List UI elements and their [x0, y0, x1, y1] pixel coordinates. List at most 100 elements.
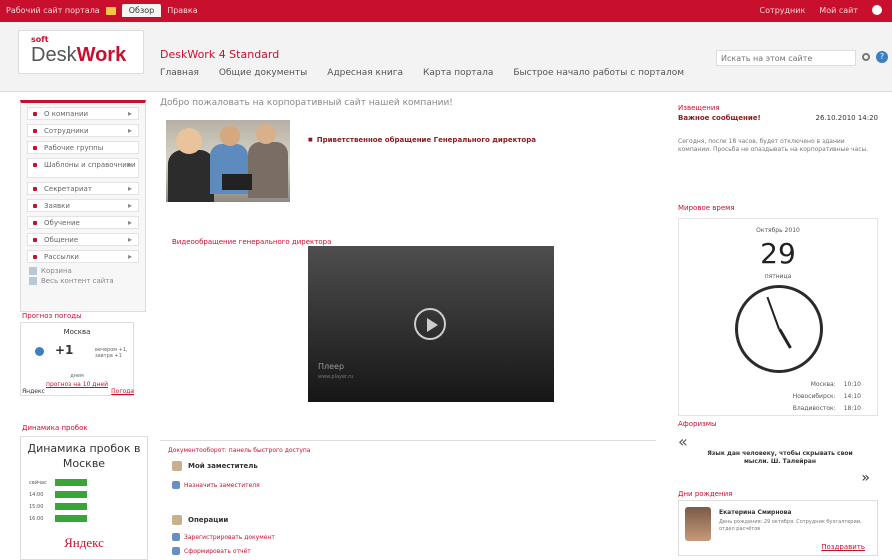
analog-clock — [735, 285, 823, 373]
user-add-icon — [172, 481, 180, 489]
sidebar-item-mailings[interactable]: Рассылки ▸ — [27, 250, 139, 263]
welcome-text: Добро пожаловать на корпоративный сайт н… — [160, 98, 453, 108]
timezone-row: Владивосток: 18:10 — [792, 405, 861, 412]
chevron-right-icon: ▸ — [127, 109, 132, 118]
trash-icon — [29, 267, 37, 275]
traffic-row: 14:00 — [29, 491, 87, 498]
document-icon — [172, 533, 180, 541]
notice-heading[interactable]: Важное сообщение! — [678, 114, 761, 122]
bullet-icon — [33, 112, 37, 116]
quote-widget: « Язык дан человеку, чтобы скрывать свои… — [678, 428, 878, 486]
weather-link[interactable]: Погода — [111, 388, 134, 395]
quote-prev-icon[interactable]: « — [678, 432, 688, 451]
play-icon[interactable] — [414, 308, 446, 340]
traffic-row: 15:00 — [29, 503, 87, 510]
nav-quick-start[interactable]: Быстрое начало работы с порталом — [513, 68, 684, 78]
notice-title: Извещения — [678, 104, 720, 112]
birthday-card: Екатерина Смирнова День рождения: 29 окт… — [678, 500, 878, 556]
hour-hand — [778, 328, 792, 349]
notice-date: 26.10.2010 14:20 — [815, 114, 878, 122]
quote-next-icon[interactable]: » — [861, 470, 870, 486]
operations-heading: Операции — [172, 515, 228, 525]
team-photo — [166, 120, 290, 202]
register-document-link[interactable]: Зарегистрировать документ — [172, 533, 275, 541]
nav-documents[interactable]: Общие документы — [219, 68, 307, 78]
nav-address-book[interactable]: Адресная книга — [327, 68, 403, 78]
assign-deputy-link[interactable]: Назначить заместителя — [172, 481, 260, 489]
top-bar-left: Рабочий сайт портала Обзор Правка — [6, 4, 198, 17]
report-icon — [172, 547, 180, 555]
sidebar-item-communication[interactable]: Общение ▸ — [27, 233, 139, 246]
nav-site-map[interactable]: Карта портала — [423, 68, 493, 78]
traffic-title: Динамика пробок в Москве — [27, 442, 141, 470]
sidebar-item-templates[interactable]: Шаблоны и справочники ▸ — [27, 158, 139, 178]
bullet-icon — [33, 221, 37, 225]
ceo-greeting-link[interactable]: Приветственное обращение Генерального ди… — [308, 136, 536, 144]
video-player[interactable]: Плеер www.player.ru — [308, 246, 554, 402]
site-link[interactable]: Рабочий сайт портала — [6, 6, 100, 15]
traffic-bar — [55, 503, 87, 510]
weather-icon — [35, 347, 44, 356]
traffic-bar — [55, 515, 87, 522]
clock-widget: Октябрь 2010 29 пятница Москва: 10:10 Нов… — [678, 218, 878, 416]
help-icon[interactable]: ? — [876, 51, 888, 63]
congratulate-link[interactable]: Поздравить — [821, 543, 865, 551]
weather-footer: Яндекс Погода — [22, 388, 134, 395]
sidebar-item-employees[interactable]: Сотрудники ▸ — [27, 124, 139, 137]
weather-city: Москва — [63, 328, 91, 336]
traffic-bar — [55, 479, 87, 486]
chevron-right-icon: ▸ — [127, 184, 132, 193]
traffic-row: сейчас — [29, 479, 87, 486]
sidebar: О компании ▸ Сотрудники ▸ Рабочие группы Ш… — [20, 100, 146, 312]
content-icon — [29, 277, 37, 285]
chevron-right-icon: ▸ — [127, 201, 132, 210]
search-icon[interactable] — [862, 53, 870, 61]
my-site-link[interactable]: Мой сайт — [819, 6, 858, 15]
timezone-row: Москва: 10:10 — [810, 381, 861, 388]
all-content-link[interactable]: Весь контент сайта — [29, 277, 137, 285]
create-report-link[interactable]: Сформировать отчёт — [172, 547, 251, 555]
clock-day: 29 — [760, 237, 796, 270]
tab-overview[interactable]: Обзор — [121, 4, 162, 17]
logo[interactable]: soft DeskWork — [18, 30, 144, 74]
chevron-right-icon: ▸ — [127, 218, 132, 227]
chevron-right-icon: ▸ — [127, 252, 132, 261]
birthday-name[interactable]: Екатерина Смирнова — [719, 509, 791, 516]
sidebar-item-about[interactable]: О компании ▸ — [27, 107, 139, 120]
app-title[interactable]: DeskWork 4 Standard — [160, 48, 279, 61]
top-nav: Главная Общие документы Адресная книга К… — [160, 68, 684, 78]
video-title: Видеообращение генерального директора — [172, 238, 332, 246]
top-bar: Рабочий сайт портала Обзор Правка Сотруд… — [0, 0, 892, 22]
nav-home[interactable]: Главная — [160, 68, 199, 78]
gear-icon — [172, 515, 182, 525]
deputy-heading: Мой заместитель — [172, 461, 258, 471]
search-input[interactable] — [716, 50, 856, 66]
settings-icon[interactable] — [872, 5, 882, 15]
bullet-icon — [33, 129, 37, 133]
sidebar-item-secretariat[interactable]: Секретариат ▸ — [27, 182, 139, 195]
sidebar-item-training[interactable]: Обучение ▸ — [27, 216, 139, 229]
weather-details: вечером +1, завтра +1 — [95, 347, 128, 359]
weather-widget: Москва +1 вечером +1, завтра +1 днем про… — [20, 322, 134, 396]
traffic-widget[interactable]: Динамика пробок в Москве сейчас 14:00 15… — [20, 436, 148, 560]
folder-icon[interactable] — [105, 6, 116, 15]
user-icon — [172, 461, 182, 471]
weather-more-prefix: днем — [70, 373, 84, 379]
tab-edit[interactable]: Правка — [167, 6, 197, 15]
bullet-icon — [33, 204, 37, 208]
weather-forecast-link[interactable]: прогноз на 10 дней — [21, 381, 133, 388]
weather-title: Прогноз погоды — [22, 312, 82, 320]
logo-text: DeskWork — [31, 44, 127, 66]
bullet-icon — [33, 187, 37, 191]
traffic-row: 16:00 — [29, 515, 87, 522]
sidebar-item-workgroups[interactable]: Рабочие группы — [27, 141, 139, 154]
recycle-bin-link[interactable]: Корзина — [29, 267, 137, 275]
avatar — [685, 507, 711, 541]
yandex-label: Яндекс — [22, 388, 45, 395]
clock-month: Октябрь 2010 — [756, 227, 800, 234]
sidebar-item-requests[interactable]: Заявки ▸ — [27, 199, 139, 212]
traffic-bar — [55, 491, 87, 498]
weather-temp: +1 — [55, 343, 74, 357]
user-menu[interactable]: Сотрудник — [760, 6, 806, 15]
chevron-right-icon: ▸ — [127, 160, 132, 169]
